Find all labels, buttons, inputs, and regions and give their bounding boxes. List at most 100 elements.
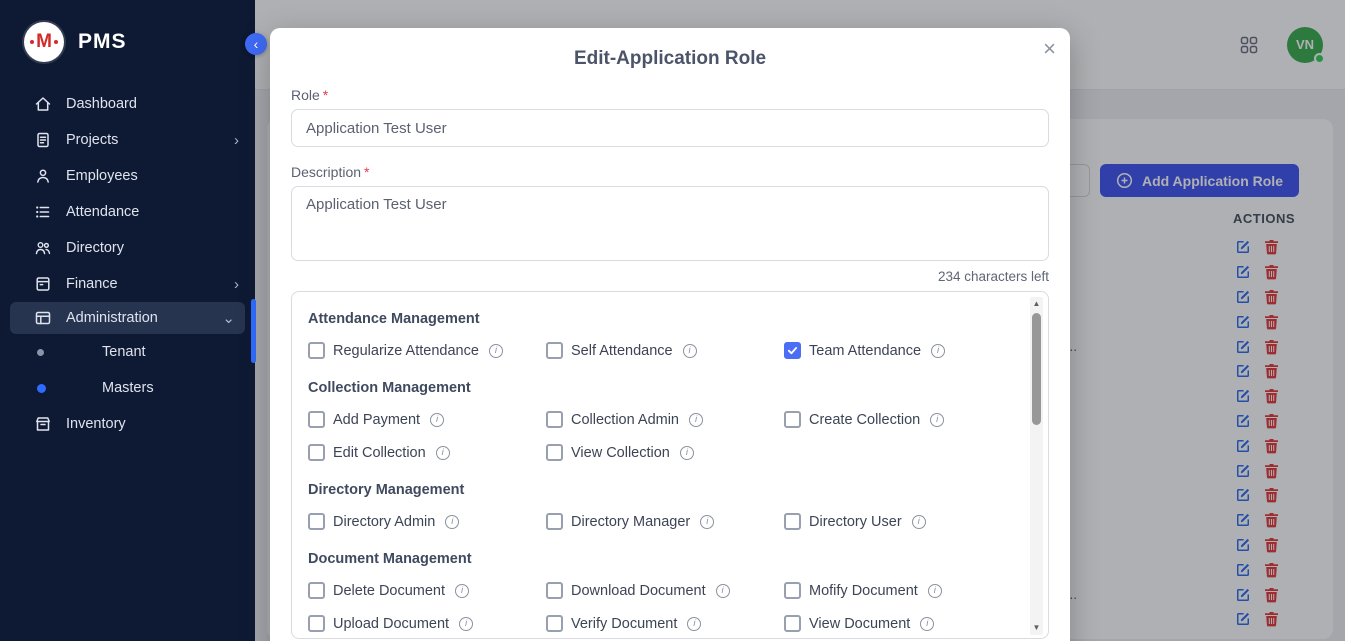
info-icon[interactable]: i: [680, 446, 694, 460]
checkbox-icon[interactable]: [308, 444, 325, 461]
logo-dot-icon: [54, 40, 58, 44]
permission-item-download-document[interactable]: Download Documenti: [546, 582, 776, 599]
sidebar-item-directory[interactable]: Directory: [0, 230, 255, 266]
info-icon[interactable]: i: [459, 617, 473, 631]
info-icon[interactable]: i: [687, 617, 701, 631]
permission-item-edit-collection[interactable]: Edit Collection i: [308, 444, 538, 461]
checkbox-icon[interactable]: [308, 342, 325, 359]
permission-group-directory-management: Directory ManagementDirectory AdminiDire…: [308, 482, 1014, 530]
permission-label: Directory Manager: [571, 514, 690, 530]
permission-item-mofify-document[interactable]: Mofify Document i: [784, 582, 1014, 599]
info-icon[interactable]: i: [920, 617, 934, 631]
info-icon[interactable]: i: [930, 413, 944, 427]
permission-item-directory-admin[interactable]: Directory Admini: [308, 513, 538, 530]
sidebar-item-label: Administration: [66, 310, 208, 326]
info-icon[interactable]: i: [455, 584, 469, 598]
permission-item-team-attendance[interactable]: Team Attendance i: [784, 342, 1014, 359]
sidebar-item-finance[interactable]: Finance›: [0, 266, 255, 302]
checkbox-icon[interactable]: [308, 615, 325, 632]
info-icon[interactable]: i: [716, 584, 730, 598]
checkbox-icon[interactable]: [546, 582, 563, 599]
permission-item-delete-document[interactable]: Delete Documenti: [308, 582, 538, 599]
info-icon[interactable]: i: [928, 584, 942, 598]
permission-group-attendance-management: Attendance ManagementRegularize Attendan…: [308, 311, 1014, 359]
permission-item-self-attendance[interactable]: Self Attendancei: [546, 342, 776, 359]
chevron-right-icon: ›: [234, 132, 239, 149]
sidebar-item-label: Masters: [102, 380, 239, 396]
sidebar-item-administration[interactable]: Administration⌄: [10, 302, 245, 334]
checkbox-icon[interactable]: [308, 582, 325, 599]
checkbox-icon[interactable]: [546, 411, 563, 428]
info-icon[interactable]: i: [445, 515, 459, 529]
checkbox-icon[interactable]: [546, 444, 563, 461]
sidebar-item-inventory[interactable]: Inventory: [0, 406, 255, 442]
permission-label: Upload Document: [333, 616, 449, 632]
app-logo-row: M PMS: [0, 0, 255, 80]
sidebar-item-tenant[interactable]: Tenant: [0, 334, 255, 370]
checkbox-icon[interactable]: [784, 411, 801, 428]
info-icon[interactable]: i: [700, 515, 714, 529]
sidebar-item-employees[interactable]: Employees: [0, 158, 255, 194]
permission-label: Team Attendance: [809, 343, 921, 359]
checkbox-icon[interactable]: [784, 342, 801, 359]
sidebar-item-label: Finance: [66, 276, 220, 292]
permission-item-directory-user[interactable]: Directory Useri: [784, 513, 1014, 530]
permission-label: Regularize Attendance: [333, 343, 479, 359]
sidebar-item-dashboard[interactable]: Dashboard: [0, 86, 255, 122]
checkbox-icon[interactable]: [784, 615, 801, 632]
info-icon[interactable]: i: [430, 413, 444, 427]
permission-item-create-collection[interactable]: Create Collectioni: [784, 411, 1014, 428]
checkbox-icon[interactable]: [308, 513, 325, 530]
permission-group-title: Collection Management: [308, 380, 1014, 396]
scroll-up-icon[interactable]: ▲: [1033, 297, 1041, 311]
checkbox-icon[interactable]: [308, 411, 325, 428]
scrollbar[interactable]: ▲ ▼: [1030, 297, 1043, 635]
sidebar-item-masters[interactable]: Masters: [0, 370, 255, 406]
permission-grid: Add PaymentiCollection AdminiCreate Coll…: [308, 411, 1014, 461]
sidebar-item-label: Directory: [66, 240, 239, 256]
info-icon[interactable]: i: [683, 344, 697, 358]
permission-item-collection-admin[interactable]: Collection Admin i: [546, 411, 776, 428]
sidebar-collapse-button[interactable]: ‹: [245, 33, 267, 55]
sidebar-item-attendance[interactable]: Attendance: [0, 194, 255, 230]
permissions-container: Attendance ManagementRegularize Attendan…: [291, 291, 1049, 639]
permission-item-verify-document[interactable]: Verify Documenti: [546, 615, 776, 632]
modal-body: Role* Description* Application Test User…: [270, 87, 1070, 639]
sidebar-item-label: Dashboard: [66, 96, 239, 112]
info-icon[interactable]: i: [689, 413, 703, 427]
scroll-thumb[interactable]: [1032, 313, 1041, 425]
permission-item-view-collection[interactable]: View Collectioni: [546, 444, 776, 461]
permission-label: Edit Collection: [333, 445, 426, 461]
permission-item-view-document[interactable]: View Documenti: [784, 615, 1014, 632]
permission-label: Add Payment: [333, 412, 420, 428]
description-input[interactable]: Application Test User: [291, 186, 1049, 261]
permission-group-document-management: Document ManagementDelete DocumentiDownl…: [308, 551, 1014, 632]
info-icon[interactable]: i: [931, 344, 945, 358]
permission-label: Collection Admin: [571, 412, 679, 428]
info-icon[interactable]: i: [489, 344, 503, 358]
scroll-down-icon[interactable]: ▼: [1033, 621, 1041, 635]
required-asterisk: *: [323, 87, 328, 103]
bullet-icon: [37, 384, 46, 393]
app-logo: M: [24, 22, 64, 62]
logo-dot-icon: [30, 40, 34, 44]
info-icon[interactable]: i: [436, 446, 450, 460]
projects-icon: [34, 131, 52, 149]
close-icon[interactable]: ×: [1043, 38, 1056, 60]
checkbox-icon[interactable]: [784, 513, 801, 530]
permission-item-upload-document[interactable]: Upload Document i: [308, 615, 538, 632]
sidebar-item-projects[interactable]: Projects›: [0, 122, 255, 158]
permission-item-add-payment[interactable]: Add Payment i: [308, 411, 538, 428]
role-input[interactable]: [291, 109, 1049, 147]
permission-item-directory-manager[interactable]: Directory Manager i: [546, 513, 776, 530]
checkbox-icon[interactable]: [784, 582, 801, 599]
permission-grid: Directory AdminiDirectory ManageriDirect…: [308, 513, 1014, 530]
attendance-icon: [34, 203, 52, 221]
info-icon[interactable]: i: [912, 515, 926, 529]
edit-application-role-modal: × Edit-Application Role Role* Descriptio…: [270, 28, 1070, 641]
checkbox-icon[interactable]: [546, 342, 563, 359]
permission-item-regularize-attendance[interactable]: Regularize Attendance i: [308, 342, 538, 359]
checkbox-icon[interactable]: [546, 513, 563, 530]
permission-label: Mofify Document: [809, 583, 918, 599]
checkbox-icon[interactable]: [546, 615, 563, 632]
